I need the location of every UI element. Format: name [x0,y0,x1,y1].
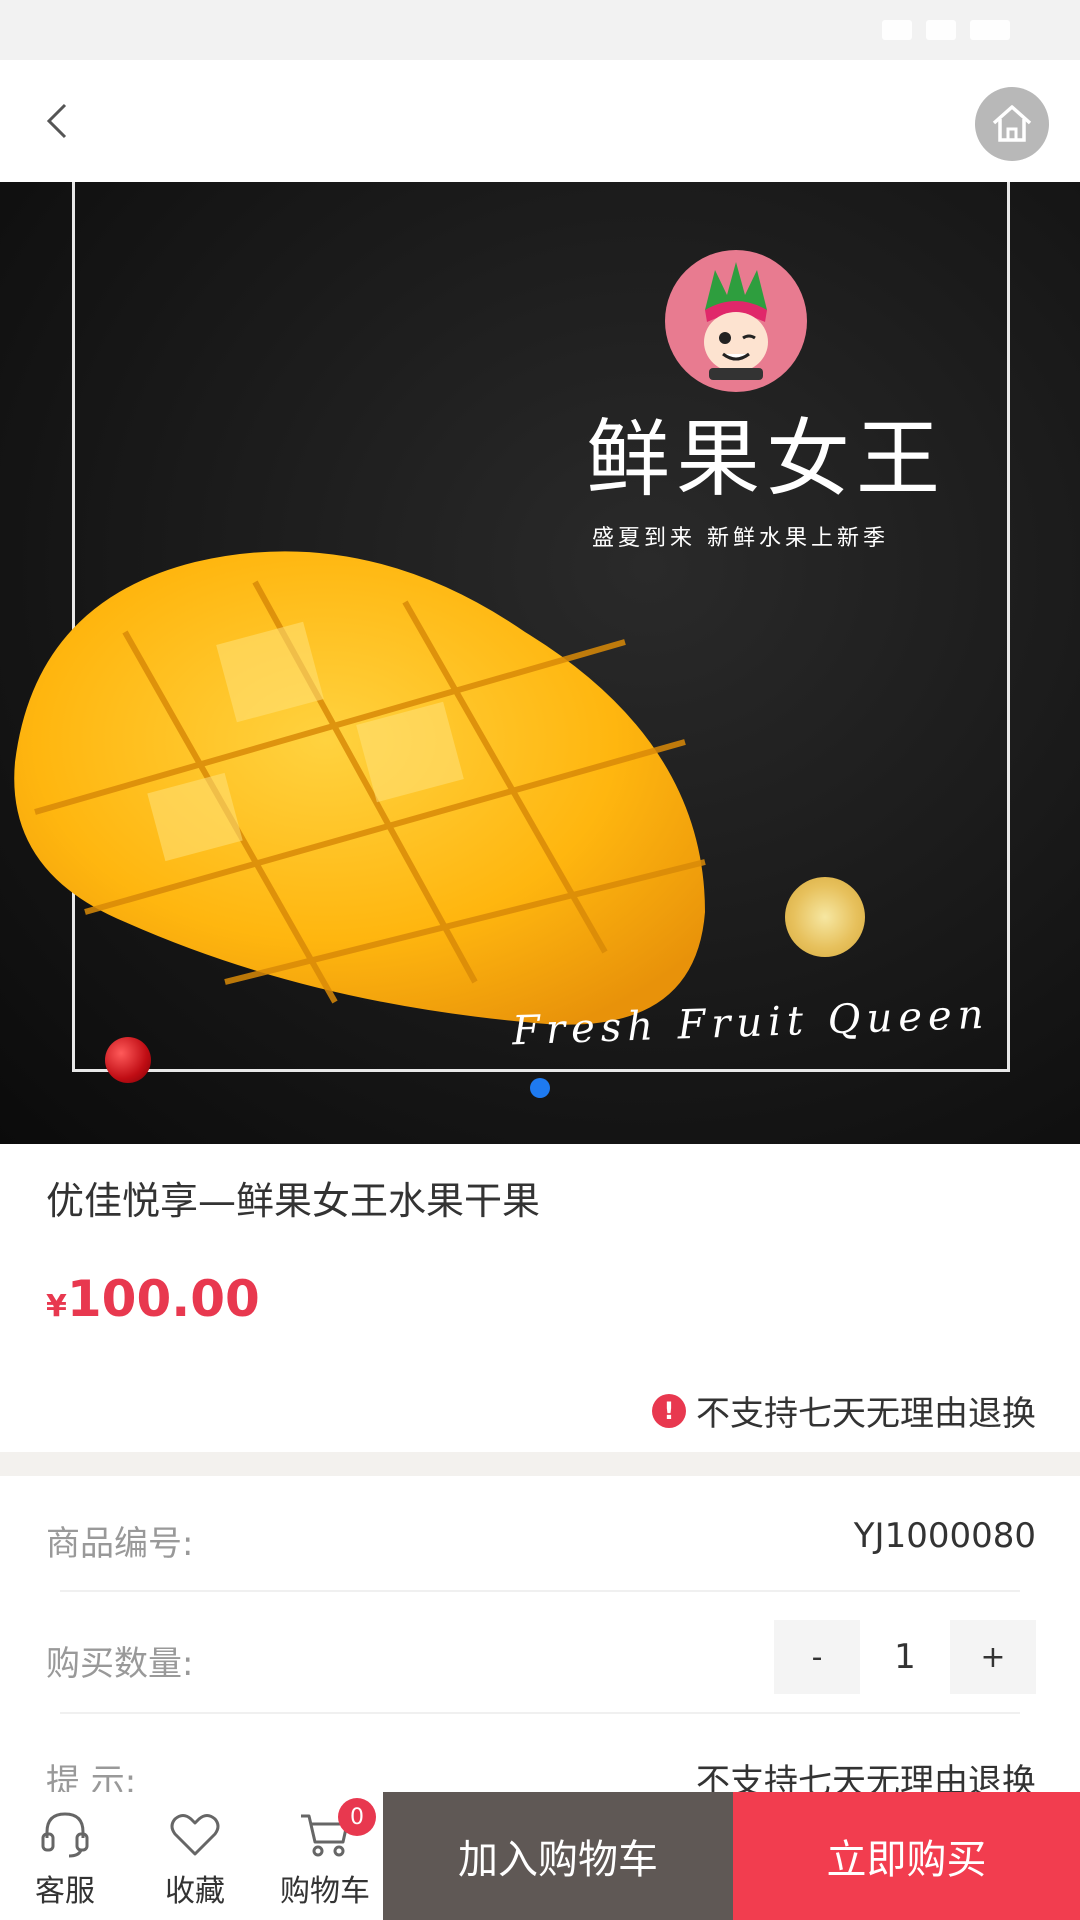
back-button[interactable] [32,96,82,146]
row-divider [60,1712,1020,1714]
battery-icon [970,20,1010,40]
cart-button[interactable]: 0 购物车 [260,1792,390,1920]
status-bar [0,0,1080,60]
headset-icon [41,1812,89,1858]
kiwi-slice-image [785,877,865,957]
quantity-decrease-button[interactable]: - [774,1620,860,1694]
price-currency: ¥ [46,1289,67,1324]
product-title: 优佳悦享—鲜果女王水果干果 [46,1179,541,1223]
home-button[interactable] [975,87,1049,161]
wifi-icon [926,20,956,40]
customer-service-button[interactable]: 客服 [0,1792,130,1920]
product-price: ¥100.00 [46,1270,260,1328]
quantity-stepper: - 1 + [774,1620,1036,1694]
section-divider [0,1452,1080,1476]
warning-icon: ! [652,1393,686,1428]
bottom-action-bar: 客服 收藏 0 购物车 加入购物车 立即购买 [0,1792,1080,1920]
quantity-label: 购买数量: [46,1644,194,1684]
carousel-dot[interactable] [530,1078,550,1098]
cart-count-badge: 0 [338,1798,376,1836]
cherry-image [105,1037,151,1083]
product-image-carousel[interactable]: 鲜果女王 盛夏到来 新鲜水果上新季 Fresh Fruit Queen [0,182,1080,1144]
quantity-value[interactable]: 1 [860,1637,950,1677]
mango-image [14,551,706,1025]
back-icon [46,103,67,139]
nav-bar [0,60,1080,182]
sku-label: 商品编号: [46,1524,194,1564]
favorite-label: 收藏 [165,1874,225,1909]
quantity-increase-button[interactable]: + [950,1620,1036,1694]
heart-icon [170,1814,220,1856]
cart-label: 购物车 [280,1874,370,1909]
signal-icon [882,20,912,40]
customer-service-label: 客服 [35,1874,95,1909]
return-notice-text: 不支持七天无理由退换 [696,1394,1036,1434]
price-amount: 100.00 [66,1270,260,1328]
sku-value: YJ1000080 [853,1516,1036,1556]
home-icon [992,105,1032,142]
row-divider [60,1590,1020,1592]
favorite-button[interactable]: 收藏 [130,1792,260,1920]
add-to-cart-button[interactable]: 加入购物车 [383,1792,733,1920]
return-notice: ! 不支持七天无理由退换 [652,1386,1036,1435]
status-indicators [882,20,1010,40]
buy-now-button[interactable]: 立即购买 [733,1792,1080,1920]
brand-logo [665,250,807,392]
